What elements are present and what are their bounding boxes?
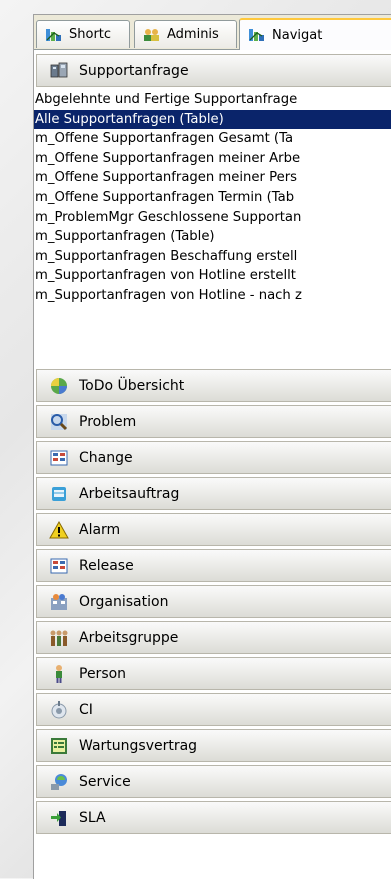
group-label: Supportanfrage <box>79 62 189 79</box>
tab-label: Navigat <box>272 27 323 43</box>
group-alarm[interactable]: Alarm <box>36 513 391 546</box>
navigator-panel: Supportanfrage Abgelehnte und Fertige Su… <box>34 50 391 879</box>
group-label: Arbeitsauftrag <box>79 485 180 502</box>
list-item[interactable]: m_Supportanfragen von Hotline erstellt <box>34 266 391 286</box>
group-label: Arbeitsgruppe <box>79 629 179 646</box>
group-label: Service <box>79 773 131 790</box>
group-change[interactable]: Change <box>36 441 391 474</box>
group-person[interactable]: Person <box>36 657 391 690</box>
group-label: ToDo Übersicht <box>79 377 185 394</box>
admin-icon <box>144 28 159 41</box>
support-request-icon <box>50 62 68 77</box>
group-label: CI <box>79 701 93 718</box>
problem-icon <box>51 413 68 430</box>
group-sla[interactable]: SLA <box>36 801 391 834</box>
list-item[interactable]: m_Offene Supportanfragen meiner Pers <box>34 168 391 188</box>
tab-label: Adminis <box>167 27 219 42</box>
tab-label: Shortc <box>69 27 112 42</box>
group-problem[interactable]: Problem <box>36 405 391 438</box>
navigator-window: Shortc Adminis Navigat Supportanfrage Ab… <box>33 14 391 879</box>
group-release[interactable]: Release <box>36 549 391 582</box>
list-item[interactable]: m_Supportanfragen von Hotline - nach z <box>34 286 391 306</box>
support-request-list: Abgelehnte und Fertige Supportanfrage Al… <box>34 90 391 369</box>
maintenance-contract-icon <box>51 737 67 754</box>
group-arbeitsgruppe[interactable]: Arbeitsgruppe <box>36 621 391 654</box>
list-item[interactable]: m_Offene Supportanfragen Gesamt (Ta <box>34 129 391 149</box>
change-icon <box>50 450 68 465</box>
list-item-selected[interactable]: Alle Supportanfragen (Table) <box>34 109 391 130</box>
tab-administration[interactable]: Adminis <box>134 20 237 48</box>
list-item[interactable]: m_Offene Supportanfragen meiner Arbe <box>34 149 391 169</box>
sla-icon <box>51 810 66 826</box>
tab-shortcuts[interactable]: Shortc <box>36 20 130 48</box>
person-icon <box>56 664 62 683</box>
group-todo[interactable]: ToDo Übersicht <box>36 369 391 402</box>
list-item[interactable]: m_ProblemMgr Geschlossene Supportan <box>34 208 391 228</box>
list-item[interactable]: m_Supportanfragen Beschaffung erstell <box>34 247 391 267</box>
release-icon <box>50 558 68 573</box>
tab-strip: Shortc Adminis Navigat <box>34 15 391 50</box>
ci-icon <box>51 700 67 718</box>
list-item[interactable]: Abgelehnte und Fertige Supportanfrage <box>34 90 391 110</box>
group-label: Person <box>79 665 127 682</box>
todo-icon <box>51 377 67 394</box>
tab-navigator[interactable]: Navigat <box>239 18 391 50</box>
group-supportanfrage[interactable]: Supportanfrage <box>36 54 391 87</box>
shortcut-icon <box>46 28 61 41</box>
group-label: Change <box>79 449 133 466</box>
group-ci[interactable]: CI <box>36 693 391 726</box>
list-item[interactable]: m_Supportanfragen (Table) <box>34 227 391 247</box>
workgroup-icon <box>50 630 68 646</box>
work-order-icon <box>52 486 66 501</box>
organisation-icon <box>51 593 67 610</box>
group-organisation[interactable]: Organisation <box>36 585 391 618</box>
alarm-warning-icon <box>49 520 69 538</box>
list-item[interactable]: m_Offene Supportanfragen Termin (Tab <box>34 188 391 208</box>
group-service[interactable]: Service <box>36 765 391 798</box>
group-label: Wartungsvertrag <box>79 737 198 754</box>
group-label: Release <box>79 557 134 574</box>
group-wartungsvertrag[interactable]: Wartungsvertrag <box>36 729 391 762</box>
group-label: Problem <box>79 413 137 430</box>
service-icon <box>51 773 67 790</box>
group-label: Alarm <box>79 521 121 538</box>
group-label: SLA <box>79 809 106 826</box>
group-label: Organisation <box>79 593 169 610</box>
navigator-icon <box>249 29 264 41</box>
group-arbeitsauftrag[interactable]: Arbeitsauftrag <box>36 477 391 510</box>
